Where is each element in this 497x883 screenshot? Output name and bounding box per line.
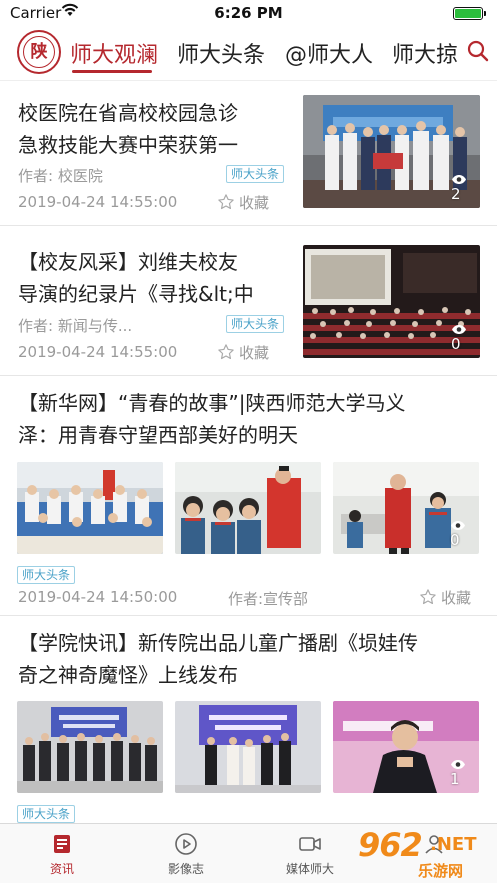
favorite-label: 收藏	[239, 344, 270, 362]
eye-icon	[452, 325, 466, 334]
active-tab-indicator	[72, 70, 152, 73]
star-icon	[218, 344, 234, 360]
tab-media-label: 媒体师大	[285, 862, 334, 876]
view-count-value: 2	[451, 185, 461, 203]
logo-char: 陕	[23, 36, 55, 68]
article-author: 作者: 校医院	[18, 167, 103, 185]
article-date: 2019-04-24 14:55:00	[18, 193, 178, 211]
title-line: 急救技能大赛中荣获第一	[18, 133, 238, 157]
article-image-3[interactable]: 1	[333, 701, 479, 793]
title-line: 奇之神奇魔怪》上线发布	[18, 663, 238, 687]
tab-at-shidaren[interactable]: @师大人	[285, 37, 373, 69]
view-count: 1	[450, 759, 471, 788]
eye-icon	[451, 760, 465, 769]
star-icon	[420, 589, 436, 605]
article-title[interactable]: 校医院在省高校校园急诊 急救技能大赛中荣获第一	[18, 97, 293, 161]
top-navigation: 陕 师大观澜 师大头条 @师大人 师大掠	[0, 26, 497, 80]
tab-news-label: 资讯	[49, 862, 74, 876]
article-author: 作者: 新闻与传...	[18, 317, 133, 335]
favorite-label: 收藏	[239, 194, 270, 212]
video-camera-icon	[299, 837, 321, 851]
star-icon	[218, 194, 234, 210]
category-badge[interactable]: 师大头条	[226, 315, 285, 333]
eye-icon	[452, 175, 466, 184]
view-count-value: 0	[451, 335, 461, 353]
title-line: 【新华网】“青春的故事”|陕西师范大学马义	[18, 391, 406, 415]
title-line: 【校友风采】刘维夫校友	[18, 250, 238, 274]
article-image-3[interactable]: 0	[333, 462, 479, 554]
search-icon[interactable]	[466, 39, 490, 63]
watermark-net: .NET	[430, 834, 477, 855]
title-line: 泽：用青春守望西部美好的明天	[18, 423, 298, 447]
tab-news[interactable]: 资讯	[0, 824, 124, 883]
status-bar: Carrier 6:26 PM	[0, 0, 497, 26]
tab-video[interactable]: 影像志	[124, 824, 248, 883]
divider	[0, 80, 497, 81]
view-count-value: 0	[450, 531, 460, 549]
title-line: 校医院在省高校校园急诊	[18, 101, 238, 125]
divider	[0, 225, 497, 226]
divider	[0, 615, 497, 616]
article-author: 作者:宣传部	[228, 590, 309, 608]
divider	[0, 375, 497, 376]
article-image-1[interactable]	[17, 462, 163, 554]
battery-icon	[453, 7, 486, 20]
category-badge[interactable]: 师大头条	[226, 165, 285, 183]
article-title[interactable]: 【校友风采】刘维夫校友 导演的纪录片《寻找&lt;中	[18, 246, 293, 310]
view-count: 0	[450, 520, 471, 549]
favorite-button[interactable]: 收藏	[217, 342, 269, 363]
favorite-button[interactable]: 收藏	[217, 192, 269, 213]
article-date: 2019-04-24 14:55:00	[18, 343, 178, 361]
eye-icon	[451, 521, 465, 530]
article-image-2[interactable]	[175, 701, 321, 793]
site-watermark: 962 .NET 乐游网	[358, 826, 494, 880]
article-thumbnail[interactable]: 2	[303, 95, 480, 208]
view-count-value: 1	[450, 770, 460, 788]
tab-video-label: 影像志	[167, 862, 204, 876]
tab-shida-guanlan[interactable]: 师大观澜	[70, 37, 158, 69]
article-title[interactable]: 【新华网】“青春的故事”|陕西师范大学马义 泽：用青春守望西部美好的明天	[18, 387, 483, 451]
clock: 6:26 PM	[214, 4, 283, 22]
title-line: 【学院快讯】新传院出品儿童广播剧《埙娃传	[18, 631, 418, 655]
view-count: 2	[451, 174, 472, 203]
view-count: 0	[451, 324, 472, 353]
article-image-2[interactable]	[175, 462, 321, 554]
tab-shida-more[interactable]: 师大掠	[392, 37, 458, 69]
category-badge[interactable]: 师大头条	[17, 566, 76, 584]
article-thumbnail[interactable]: 0	[303, 245, 480, 358]
news-icon	[54, 835, 70, 853]
article-title[interactable]: 【学院快讯】新传院出品儿童广播剧《埙娃传 奇之神奇魔怪》上线发布	[18, 627, 483, 691]
article-image-1[interactable]	[17, 701, 163, 793]
favorite-button[interactable]: 收藏	[419, 587, 471, 608]
university-logo[interactable]: 陕	[17, 30, 61, 74]
watermark-sub: 乐游网	[418, 862, 464, 880]
category-badge[interactable]: 师大头条	[17, 805, 76, 823]
tab-shida-toutiao[interactable]: 师大头条	[177, 37, 265, 69]
channel-tabs: 师大观澜 师大头条 @师大人 师大掠	[68, 26, 458, 80]
title-line: 导演的纪录片《寻找&lt;中	[18, 282, 254, 306]
news-feed[interactable]: 校医院在省高校校园急诊 急救技能大赛中荣获第一 作者: 校医院 师大头条 201…	[0, 80, 497, 823]
watermark-brand: 962	[358, 826, 423, 864]
play-icon	[175, 833, 197, 855]
favorite-label: 收藏	[441, 589, 472, 607]
tab-media[interactable]: 媒体师大	[248, 824, 372, 883]
article-date: 2019-04-24 14:50:00	[18, 588, 178, 606]
